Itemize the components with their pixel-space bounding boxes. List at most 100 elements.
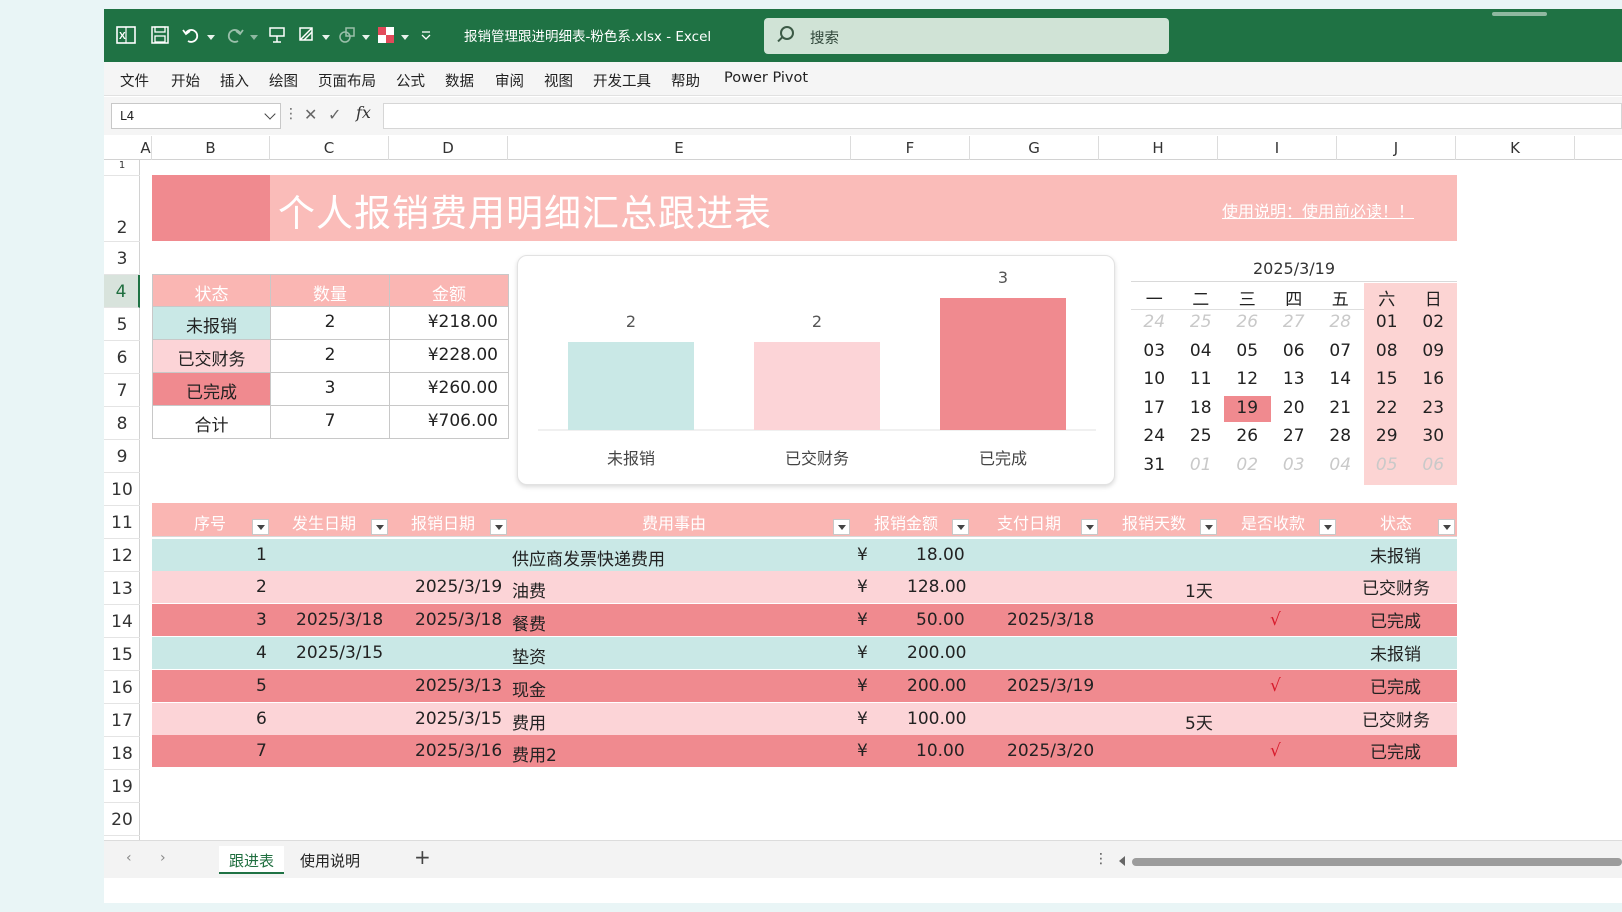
cell-status[interactable]: 已完成: [1370, 738, 1421, 763]
menu-formulas[interactable]: 公式: [396, 70, 425, 91]
undo-dropdown-icon[interactable]: [207, 35, 215, 40]
sheet-tab-tracker[interactable]: 跟进表: [219, 846, 285, 874]
more-options-icon[interactable]: ⋮: [284, 106, 298, 122]
column-header-k[interactable]: K: [1456, 136, 1575, 160]
calendar-day[interactable]: 17: [1131, 396, 1178, 423]
cell-no[interactable]: 1: [256, 545, 267, 565]
summary-header-count[interactable]: 数量: [270, 274, 390, 307]
row-header-2[interactable]: 2: [104, 176, 140, 242]
chart-bar[interactable]: [754, 342, 880, 430]
cell-status[interactable]: 已交财务: [1362, 706, 1430, 731]
row-header-1[interactable]: 1: [104, 160, 140, 176]
add-sheet-button[interactable]: +: [414, 845, 431, 869]
more-options-icon[interactable]: ⋮: [1094, 851, 1108, 867]
enter-icon[interactable]: ✓: [328, 105, 341, 124]
row-header-3[interactable]: 3: [104, 242, 140, 275]
cell-reason[interactable]: 供应商发票快递费用: [512, 545, 665, 570]
calendar-day[interactable]: 26: [1224, 424, 1271, 451]
cell-no[interactable]: 5: [256, 676, 267, 696]
row-header-5[interactable]: 5: [104, 308, 140, 341]
table-row[interactable]: 5 2025/3/13 现金 ¥ 200.00 2025/3/19 √ 已完成: [152, 670, 1457, 702]
redo-icon[interactable]: [224, 23, 246, 47]
filter-dropdown-icon[interactable]: [833, 519, 850, 535]
cell-pay-date[interactable]: 2025/3/18: [1007, 610, 1094, 630]
excel-logo-icon[interactable]: X: [114, 23, 138, 47]
calendar-day[interactable]: 02: [1410, 310, 1457, 337]
filter-dropdown-icon[interactable]: [1200, 519, 1217, 535]
table-header-no[interactable]: 序号: [194, 510, 226, 534]
filter-dropdown-icon[interactable]: [952, 519, 969, 535]
painter-dropdown-icon[interactable]: [322, 35, 330, 40]
column-header-a[interactable]: A: [140, 136, 152, 160]
cell-status[interactable]: 已完成: [1370, 607, 1421, 632]
filter-dropdown-icon[interactable]: [371, 519, 388, 535]
row-header-9[interactable]: 9: [104, 440, 140, 473]
calendar-day[interactable]: 12: [1224, 367, 1271, 394]
cell-no[interactable]: 2: [256, 577, 267, 597]
cell-occur-date[interactable]: 2025/3/15: [296, 643, 383, 663]
calendar-day[interactable]: 08: [1364, 339, 1411, 366]
calendar-day[interactable]: 24: [1131, 424, 1178, 451]
cell-claim-date[interactable]: 2025/3/19: [415, 577, 502, 597]
cell-no[interactable]: 7: [256, 741, 267, 761]
calendar-day[interactable]: 06: [1410, 453, 1457, 480]
cell-status[interactable]: 已交财务: [1362, 574, 1430, 599]
menu-home[interactable]: 开始: [171, 70, 200, 91]
summary-total-count[interactable]: 7: [270, 405, 390, 439]
row-header-4[interactable]: 4: [104, 275, 140, 308]
undo-icon[interactable]: [180, 23, 202, 47]
table-header-received[interactable]: 是否收款: [1241, 510, 1305, 534]
cell-reason[interactable]: 现金: [512, 676, 546, 701]
cell-reason[interactable]: 费用: [512, 709, 546, 734]
calendar-day[interactable]: 30: [1410, 424, 1457, 451]
save-icon[interactable]: [148, 23, 172, 47]
usage-instructions-link[interactable]: 使用说明：使用前必读！！: [1222, 198, 1414, 222]
horizontal-scrollbar[interactable]: [1132, 858, 1622, 866]
calendar-day[interactable]: 24: [1131, 310, 1178, 337]
cell-status[interactable]: 未报销: [1370, 640, 1421, 665]
next-sheet-icon[interactable]: ›: [160, 850, 166, 866]
calendar-day[interactable]: 05: [1364, 453, 1411, 480]
cell-reason[interactable]: 垫资: [512, 643, 546, 668]
calendar-day[interactable]: 04: [1317, 453, 1364, 480]
summary-count-cell[interactable]: 2: [270, 339, 390, 373]
calendar-day[interactable]: 20: [1271, 396, 1318, 423]
calendar-day[interactable]: 01: [1364, 310, 1411, 337]
summary-amount-cell[interactable]: ¥218.00: [389, 306, 509, 340]
calendar-day[interactable]: 11: [1178, 367, 1225, 394]
calendar-day[interactable]: 22: [1364, 396, 1411, 423]
menu-help[interactable]: 帮助: [671, 70, 700, 91]
formula-input[interactable]: [383, 103, 1622, 129]
cell-received[interactable]: √: [1270, 741, 1281, 761]
calendar-day[interactable]: 01: [1178, 453, 1225, 480]
cell-days[interactable]: 5天: [1185, 709, 1213, 734]
calendar-day[interactable]: 26: [1224, 310, 1271, 337]
menu-insert[interactable]: 插入: [220, 70, 249, 91]
cell-claim-date[interactable]: 2025/3/13: [415, 676, 502, 696]
cell-status[interactable]: 已完成: [1370, 673, 1421, 698]
row-header-14[interactable]: 14: [104, 605, 140, 638]
summary-status-cell[interactable]: 已交财务: [152, 339, 271, 373]
calendar-day[interactable]: 07: [1317, 339, 1364, 366]
cell-claim-date[interactable]: 2025/3/15: [415, 709, 502, 729]
chart-bar[interactable]: [568, 342, 694, 430]
column-header-b[interactable]: B: [152, 136, 270, 160]
calendar-day[interactable]: 15: [1364, 367, 1411, 394]
calendar-day[interactable]: 21: [1317, 396, 1364, 423]
menu-page-layout[interactable]: 页面布局: [318, 70, 376, 91]
calendar-day[interactable]: 05: [1224, 339, 1271, 366]
cell-pay-date[interactable]: 2025/3/19: [1007, 676, 1094, 696]
summary-status-cell[interactable]: 已完成: [152, 372, 271, 406]
table-row[interactable]: 2 2025/3/19 油费 ¥ 128.00 1天 已交财务: [152, 571, 1457, 603]
menu-file[interactable]: 文件: [120, 70, 149, 91]
menu-review[interactable]: 审阅: [495, 70, 524, 91]
row-header-6[interactable]: 6: [104, 341, 140, 374]
table-row[interactable]: 6 2025/3/15 费用 ¥ 100.00 5天 已交财务: [152, 703, 1457, 735]
summary-header-status[interactable]: 状态: [152, 274, 271, 307]
column-header-i[interactable]: I: [1218, 136, 1337, 160]
shapes-icon[interactable]: [336, 23, 358, 47]
status-bar-chart[interactable]: 2 未报销 2 已交财务 3 已完成: [517, 255, 1115, 485]
calendar-day[interactable]: 23: [1410, 396, 1457, 423]
summary-header-amount[interactable]: 金额: [389, 274, 509, 307]
column-header-e[interactable]: E: [508, 136, 851, 160]
